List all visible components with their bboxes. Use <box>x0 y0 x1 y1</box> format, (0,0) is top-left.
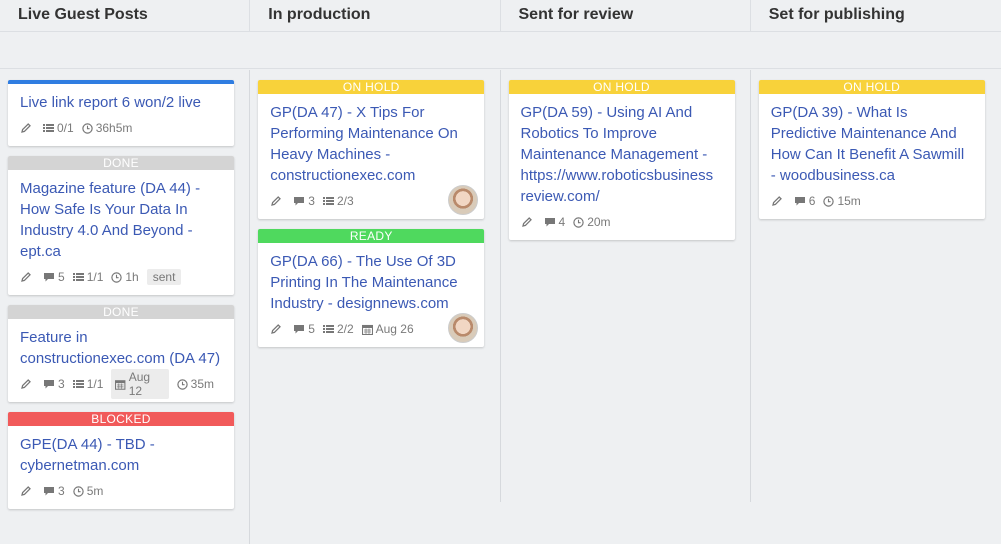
status-badge: DONE <box>8 305 234 319</box>
checklist-icon <box>322 197 334 205</box>
card-title[interactable]: GP(DA 39) - What Is Predictive Maintenan… <box>771 102 973 186</box>
card[interactable]: ON HOLD GP(DA 59) - Using AI And Robotic… <box>508 80 735 240</box>
pencil-icon[interactable] <box>270 323 285 335</box>
time-meta: 35m <box>176 377 214 391</box>
column-in-production: ON HOLD GP(DA 47) - X Tips For Performin… <box>250 70 501 544</box>
board-columns: Live link report 6 won/2 live 0/1 36h5m … <box>0 70 1001 544</box>
pencil-icon[interactable] <box>270 195 285 207</box>
column-live-guest-posts: Live link report 6 won/2 live 0/1 36h5m … <box>0 70 251 544</box>
clock-icon <box>823 195 835 207</box>
pencil-icon[interactable] <box>771 195 786 207</box>
card-meta: 5 1/1 1h sent <box>20 268 222 286</box>
card-meta: 3 2/3 <box>270 192 472 210</box>
clock-icon <box>72 485 84 497</box>
card-title[interactable]: GP(DA 66) - The Use Of 3D Printing In Th… <box>270 251 472 314</box>
checklist-meta: 2/2 <box>322 322 354 336</box>
comment-icon <box>44 272 54 281</box>
comments-meta: 6 <box>794 194 815 208</box>
pencil-icon[interactable] <box>20 485 35 497</box>
status-badge: DONE <box>8 156 234 170</box>
comments-meta: 4 <box>544 215 565 229</box>
checklist-icon <box>72 380 84 388</box>
column-sent-for-review: ON HOLD GP(DA 59) - Using AI And Robotic… <box>501 70 752 544</box>
column-filter-band <box>0 33 1001 69</box>
comment-icon <box>294 324 305 333</box>
avatar[interactable] <box>448 185 479 215</box>
card-title[interactable]: Live link report 6 won/2 live <box>20 92 222 113</box>
status-badge: ON HOLD <box>258 80 485 94</box>
card[interactable]: ON HOLD GP(DA 47) - X Tips For Performin… <box>258 80 485 219</box>
avatar[interactable] <box>448 313 479 343</box>
clock-icon <box>573 216 584 228</box>
card-meta: 3 1/1 Aug 12 35m <box>20 369 222 399</box>
comment-icon <box>794 196 805 205</box>
checklist-meta: 2/3 <box>322 194 354 208</box>
checklist-meta: 1/1 <box>72 270 103 284</box>
checklist-icon <box>322 325 334 333</box>
pencil-icon[interactable] <box>20 271 35 283</box>
time-meta: 15m <box>823 194 861 208</box>
status-badge: ON HOLD <box>758 80 985 94</box>
card-title[interactable]: Feature in constructionexec.com (DA 47) <box>20 327 222 369</box>
comments-meta: 5 <box>43 270 65 284</box>
column-set-for-publishing: ON HOLD GP(DA 39) - What Is Predictive M… <box>751 70 1001 544</box>
card-meta: 4 20m <box>521 213 723 231</box>
due-date: Aug 26 <box>361 322 414 336</box>
card-title[interactable]: GP(DA 59) - Using AI And Robotics To Imp… <box>521 102 723 207</box>
card-meta: 0/1 36h5m <box>20 119 222 137</box>
card[interactable]: ON HOLD GP(DA 39) - What Is Predictive M… <box>758 80 985 219</box>
comment-icon <box>44 486 54 495</box>
calendar-icon <box>361 324 373 335</box>
checklist-icon <box>43 124 54 132</box>
time-meta: 36h5m <box>81 121 132 135</box>
status-badge: READY <box>258 229 485 243</box>
time-meta: 5m <box>72 484 103 498</box>
column-title-set-for-publishing: Set for publishing <box>768 6 905 23</box>
calendar-icon <box>115 379 126 390</box>
checklist-meta: 1/1 <box>72 377 103 391</box>
card[interactable]: DONE Magazine feature (DA 44) - How Safe… <box>8 156 234 295</box>
time-meta: 20m <box>573 215 611 229</box>
clock-icon <box>111 271 123 283</box>
card-meta: 5 2/2 Aug 26 <box>270 320 472 338</box>
clock-icon <box>176 378 188 390</box>
card-title[interactable]: Magazine feature (DA 44) - How Safe Is Y… <box>20 178 222 262</box>
card[interactable]: READY GP(DA 66) - The Use Of 3D Printing… <box>258 229 485 347</box>
clock-icon <box>81 122 93 134</box>
column-title-live-guest-posts: Live Guest Posts <box>0 0 251 31</box>
pencil-icon[interactable] <box>20 122 35 134</box>
comment-icon <box>294 196 305 205</box>
checklist-meta: 0/1 <box>43 121 74 135</box>
card-meta: 3 5m <box>20 482 222 500</box>
status-badge: ON HOLD <box>508 80 735 94</box>
comments-meta: 3 <box>43 484 65 498</box>
column-title-in-production: In production <box>250 0 501 31</box>
board-header: Live Guest Posts In production Sent for … <box>0 0 1001 32</box>
card[interactable]: DONE Feature in constructionexec.com (DA… <box>8 305 234 402</box>
comment-icon <box>544 217 555 226</box>
time-meta: 1h <box>111 270 139 284</box>
card-title[interactable]: GP(DA 47) - X Tips For Performing Mainte… <box>270 102 472 186</box>
column-title-sent-for-review: Sent for review <box>501 0 751 31</box>
comments-meta: 3 <box>43 377 65 391</box>
pencil-icon[interactable] <box>20 378 35 390</box>
checklist-icon <box>72 273 84 281</box>
label-tag[interactable]: sent <box>146 269 182 285</box>
comment-icon <box>44 379 54 388</box>
card[interactable]: BLOCKED GPE(DA 44) - TBD - cybernetman.c… <box>8 412 234 509</box>
card-title[interactable]: GPE(DA 44) - TBD - cybernetman.com <box>20 434 222 476</box>
card-meta: 6 15m <box>771 192 973 210</box>
comments-meta: 5 <box>293 322 315 336</box>
pencil-icon[interactable] <box>521 216 536 228</box>
due-date: Aug 12 <box>111 369 169 399</box>
status-badge: BLOCKED <box>8 412 234 426</box>
comments-meta: 3 <box>293 194 315 208</box>
card[interactable]: Live link report 6 won/2 live 0/1 36h5m <box>8 80 234 146</box>
